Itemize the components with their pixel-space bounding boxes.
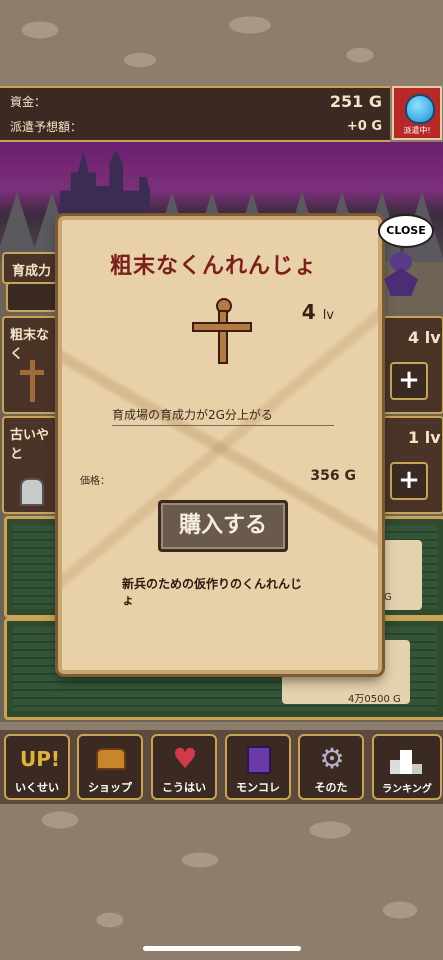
upgrade-button[interactable]: + bbox=[390, 362, 428, 400]
nav-label: ランキング bbox=[382, 784, 432, 795]
list-item[interactable]: 古いやと bbox=[2, 416, 62, 514]
nav-other[interactable]: ⚙ そのた bbox=[298, 734, 364, 800]
item-detail-modal: 粗末なくんれんじょ 4 lv 育成場の育成力が2G分上がる 価格： 356 G … bbox=[58, 216, 382, 674]
podium-icon bbox=[388, 742, 424, 776]
level-display: 4 lv bbox=[302, 300, 334, 324]
nav-breed[interactable]: ♥ こうはい bbox=[151, 734, 217, 800]
card-value: G bbox=[384, 592, 392, 603]
list-item[interactable]: 粗末なく bbox=[2, 316, 62, 414]
up-icon: UP! bbox=[20, 747, 61, 771]
modal-title: 粗末なくんれんじょ bbox=[110, 254, 318, 279]
dispatch-estimate-label: 派遣予想額： bbox=[10, 119, 83, 134]
item-name: 古いやと bbox=[10, 428, 50, 462]
price-value: 356 G bbox=[310, 468, 356, 484]
nav-collection[interactable]: モンコレ bbox=[225, 734, 291, 800]
item-level: 4 lv bbox=[408, 328, 441, 347]
upgrade-button[interactable]: + bbox=[390, 462, 428, 500]
nav-shop[interactable]: ショップ bbox=[77, 734, 143, 800]
chest-icon bbox=[93, 742, 129, 776]
nav-label: ショップ bbox=[88, 781, 132, 794]
home-indicator bbox=[143, 946, 301, 951]
monster-icon bbox=[378, 248, 424, 300]
nav-training[interactable]: UP! いくせい bbox=[4, 734, 70, 800]
dispatch-button[interactable]: 派遣中! bbox=[392, 86, 442, 140]
slime-icon bbox=[405, 94, 435, 124]
training-post-icon bbox=[192, 296, 252, 366]
nav-label: そのた bbox=[314, 781, 348, 794]
bell-icon bbox=[20, 478, 44, 506]
nav-label: いくせい bbox=[15, 781, 59, 794]
price-label: 価格： bbox=[80, 476, 110, 487]
effect-text: 育成場の育成力が2G分上がる bbox=[112, 406, 334, 426]
level-number: 4 bbox=[301, 300, 316, 324]
buy-button[interactable]: 購入する bbox=[158, 500, 288, 552]
funds-value: 251 G bbox=[329, 91, 382, 111]
heart-icon: ♥ bbox=[172, 742, 198, 775]
book-icon bbox=[241, 742, 277, 776]
funds-label: 資金： bbox=[10, 94, 47, 109]
nav-label: こうはい bbox=[162, 781, 206, 794]
filter-bar bbox=[6, 282, 62, 312]
level-unit: lv bbox=[322, 308, 334, 323]
flavor-text: 新兵のための仮作りのくんれんじょ bbox=[122, 577, 303, 607]
training-post-icon bbox=[20, 360, 44, 402]
gear-icon: ⚙ bbox=[319, 742, 345, 775]
card-value: 4万0500 G bbox=[348, 694, 401, 705]
nav-label: モンコレ bbox=[236, 781, 280, 794]
status-header: 資金： 251 G 派遣予想額： +0 G bbox=[0, 86, 390, 142]
dispatch-estimate-value: +0 G bbox=[346, 118, 382, 134]
tab-training-label: 育成力 bbox=[12, 264, 52, 279]
item-name: 粗末なく bbox=[10, 328, 50, 362]
dispatch-status: 派遣中! bbox=[403, 126, 431, 135]
close-button[interactable]: CLOSE bbox=[378, 214, 434, 248]
tab-training[interactable]: 育成力 bbox=[2, 252, 62, 284]
nav-ranking[interactable]: ランキング bbox=[372, 734, 442, 800]
item-level: 1 lv bbox=[408, 428, 441, 447]
